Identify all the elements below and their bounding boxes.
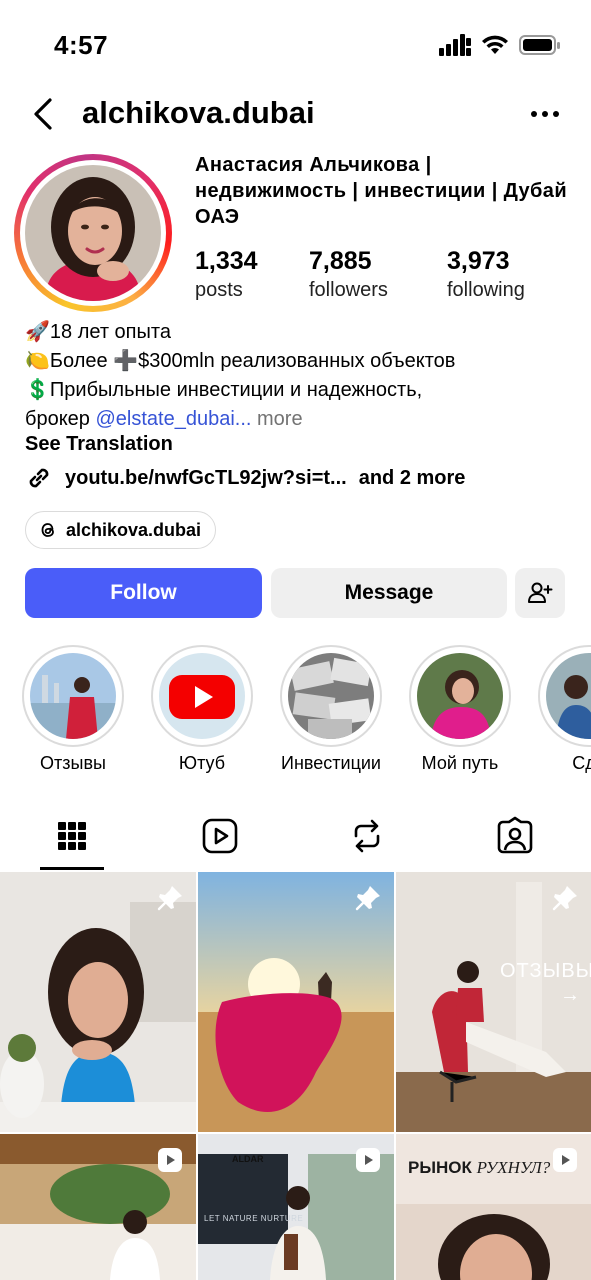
highlight-cover: [546, 653, 591, 739]
story-highlights: Отзывы Ютуб Инвестиции Мой путь Сд: [0, 645, 591, 780]
post-logo-text: ALDAR: [232, 1154, 264, 1164]
stat-posts[interactable]: 1,334 posts: [195, 246, 258, 304]
highlight-item[interactable]: Отзывы: [8, 645, 138, 774]
post-headline-bold: РЫНОК: [408, 1158, 477, 1177]
profile-full-name: Анастасия Альчикова | недвижимость | инв…: [195, 154, 568, 228]
followers-count: 7,885: [309, 247, 372, 275]
profile-stats: 1,334 posts 7,885 followers 3,973 follow…: [195, 246, 575, 306]
posts-grid: ОТЗЫВЫ → ALDAR LET NATURE NURTURE РЫНОК …: [0, 872, 591, 1280]
post-overlay-arrow: →: [560, 984, 581, 1006]
grid-post[interactable]: [0, 1134, 196, 1280]
highlight-label: Инвестиции: [281, 753, 381, 773]
bio-line: 💲Прибыльные инвестиции и надежность,: [25, 379, 423, 401]
grid-post[interactable]: ALDAR LET NATURE NURTURE: [198, 1134, 394, 1280]
battery-icon: [519, 35, 560, 55]
post-banner-text: LET NATURE NURTURE: [204, 1214, 304, 1223]
threads-icon: [41, 523, 54, 537]
pinned-icon: [157, 886, 182, 911]
highlight-item[interactable]: Сде: [524, 645, 591, 774]
story-ring[interactable]: [14, 154, 172, 312]
add-person-icon: [528, 582, 553, 603]
posts-count: 1,334: [195, 247, 258, 275]
highlight-cover: [288, 653, 374, 739]
profile-header: alchikova.dubai: [0, 90, 591, 140]
status-bar: 4:57: [0, 0, 591, 90]
reel-icon: [158, 1148, 182, 1172]
highlight-label: Ютуб: [178, 753, 226, 773]
threads-badge[interactable]: alchikova.dubai: [25, 511, 217, 549]
active-tab-indicator: [40, 867, 104, 870]
status-icons: [439, 34, 561, 56]
link-icon: [29, 468, 49, 488]
bio-line: брокер @elstate_dubai... more: [25, 405, 575, 434]
reposts-tab-icon[interactable]: [347, 816, 387, 856]
bio-ellipsis: ...: [234, 408, 252, 430]
profile-tabs: [0, 808, 591, 870]
threads-handle: alchikova.dubai: [66, 519, 202, 540]
bio-line: 🚀18 лет опыта: [25, 321, 171, 343]
grid-post[interactable]: РЫНОК РУХНУЛ?: [396, 1134, 591, 1280]
bio-more-link[interactable]: more: [251, 408, 303, 430]
highlight-label: Сде: [572, 753, 591, 773]
post-overlay-text: ОТЗЫВЫ: [500, 960, 591, 982]
bio-line: 🍋Более ➕$300mln реализованных объектов: [25, 350, 456, 372]
grid-post[interactable]: [198, 872, 394, 1132]
highlight-cover: [417, 653, 503, 739]
highlight-cover: [30, 653, 116, 739]
following-count: 3,973: [447, 247, 510, 275]
reels-tab-icon[interactable]: [200, 816, 240, 856]
profile-avatar[interactable]: [25, 165, 161, 301]
see-translation-link[interactable]: See Translation: [25, 433, 173, 456]
stat-following[interactable]: 3,973 following: [447, 246, 525, 304]
follow-button[interactable]: Follow: [25, 568, 262, 618]
highlight-item[interactable]: Ютуб: [137, 645, 267, 774]
bio-link-more[interactable]: and 2 more: [359, 467, 466, 490]
post-headline-italic: РУХНУЛ?: [476, 1158, 551, 1177]
grid-tab-icon[interactable]: [52, 816, 92, 856]
bio-text: брокер: [25, 408, 96, 430]
highlight-label: Отзывы: [40, 753, 106, 773]
highlight-item[interactable]: Мой путь: [395, 645, 525, 774]
wifi-icon: [482, 35, 508, 54]
more-options-icon[interactable]: [525, 102, 565, 126]
pinned-icon: [355, 886, 380, 911]
grid-post[interactable]: ОТЗЫВЫ →: [396, 872, 591, 1132]
bio-links[interactable]: youtu.be/nwfGcTL92jw?si=t... and 2 more: [25, 462, 465, 494]
highlight-label: Мой путь: [421, 753, 499, 773]
highlight-item[interactable]: Инвестиции: [266, 645, 396, 774]
message-button[interactable]: Message: [271, 568, 507, 618]
followers-label: followers: [309, 279, 388, 301]
stat-followers[interactable]: 7,885 followers: [309, 246, 388, 304]
status-time: 4:57: [54, 30, 109, 60]
post-headline: РЫНОК РУХНУЛ?: [408, 1158, 550, 1178]
bio-mention-link[interactable]: @elstate_dubai: [95, 408, 234, 430]
posts-label: posts: [195, 279, 243, 301]
reel-icon: [553, 1148, 577, 1172]
username-title: alchikova.dubai: [82, 95, 315, 130]
back-icon[interactable]: [28, 96, 60, 132]
following-label: following: [447, 279, 525, 301]
highlight-cover: [159, 653, 245, 739]
bio-link-url[interactable]: youtu.be/nwfGcTL92jw?si=t...: [65, 467, 347, 490]
suggested-accounts-button[interactable]: [515, 568, 565, 618]
grid-post[interactable]: [0, 872, 196, 1132]
pinned-icon: [552, 886, 577, 911]
tagged-tab-icon[interactable]: [495, 816, 535, 856]
profile-bio: 🚀18 лет опыта 🍋Более ➕$300mln реализован…: [25, 318, 575, 434]
cellular-signal-icon: [439, 34, 471, 56]
reel-icon: [356, 1148, 380, 1172]
